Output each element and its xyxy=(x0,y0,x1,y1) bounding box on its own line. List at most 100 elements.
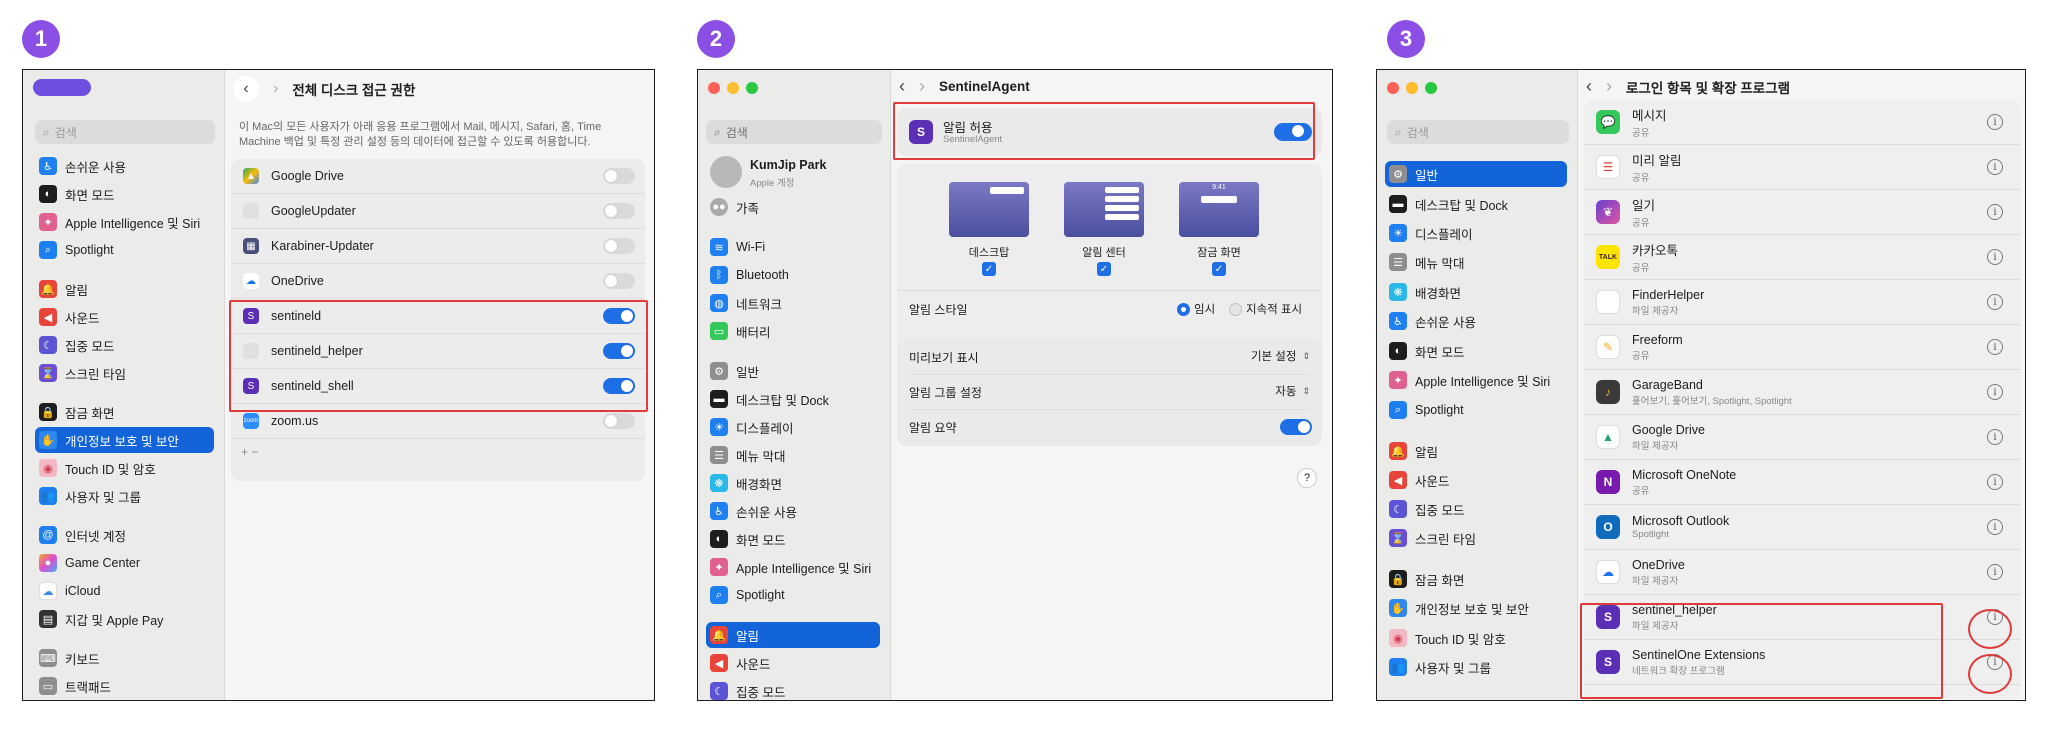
toggle-onedrive[interactable] xyxy=(603,273,635,289)
sidebar-item-users-groups[interactable]: 👥 사용자 및 그룹 xyxy=(35,483,214,509)
toggle-karabiner[interactable] xyxy=(603,238,635,254)
forward-button[interactable]: › xyxy=(919,76,925,97)
info-icon[interactable]: i xyxy=(1987,474,2003,490)
show-preview-select[interactable]: 기본 설정 ⇕ xyxy=(1251,348,1310,364)
sidebar-item-displays[interactable]: ☀ 디스플레이 xyxy=(706,414,880,440)
preview-desktop-checkbox[interactable]: ✓ xyxy=(982,262,996,276)
preview-lock-screen-checkbox[interactable]: ✓ xyxy=(1212,262,1226,276)
back-button[interactable]: ‹ xyxy=(233,76,259,102)
search-field[interactable]: ⌕ 검색 xyxy=(1387,120,1569,144)
info-icon[interactable]: i xyxy=(1987,249,2003,265)
sidebar-item-privacy-security[interactable]: ✋ 개인정보 보호 및 보안 xyxy=(35,427,214,453)
info-icon[interactable]: i xyxy=(1987,519,2003,535)
back-button[interactable]: ‹ xyxy=(899,76,905,97)
sidebar-item-game-center[interactable]: ● Game Center xyxy=(35,550,214,576)
back-button[interactable]: ‹ xyxy=(1586,76,1592,97)
sidebar-item-wallpaper[interactable]: ❋ 배경화면 xyxy=(1385,279,1567,305)
add-remove-buttons[interactable]: + − xyxy=(241,445,258,459)
sidebar-item-lock-screen[interactable]: 🔒 잠금 화면 xyxy=(35,399,214,425)
toggle-zoom[interactable] xyxy=(603,413,635,429)
sidebar-item-screen-time[interactable]: ⌛ 스크린 타임 xyxy=(35,360,214,386)
sidebar-item-wallet[interactable]: ▤ 지갑 및 Apple Pay xyxy=(35,606,214,632)
info-icon[interactable]: i xyxy=(1987,564,2003,580)
search-field[interactable]: ⌕ 검색 xyxy=(35,120,215,144)
preview-notification-center[interactable] xyxy=(1064,182,1144,237)
sidebar-item-privacy-security[interactable]: ✋ 개인정보 보호 및 보안 xyxy=(1385,595,1567,621)
sidebar-item-trackpad[interactable]: ▭ 트랙패드 xyxy=(35,673,214,699)
info-icon[interactable]: i xyxy=(1987,294,2003,310)
window-controls[interactable] xyxy=(708,82,758,94)
sidebar-item-notifications[interactable]: 🔔 알림 xyxy=(1385,438,1567,464)
toggle-googleupdater[interactable] xyxy=(603,203,635,219)
sidebar-item-sound[interactable]: ◀ 사운드 xyxy=(706,650,880,676)
sidebar-item-appearance[interactable]: ◐ 화면 모드 xyxy=(1385,338,1567,364)
close-button[interactable] xyxy=(708,82,720,94)
sidebar-item-lock-screen[interactable]: 🔒 잠금 화면 xyxy=(1385,566,1567,592)
info-icon[interactable]: i xyxy=(1987,159,2003,175)
info-icon[interactable]: i xyxy=(1987,114,2003,130)
close-button[interactable] xyxy=(1387,82,1399,94)
minimize-button[interactable] xyxy=(727,82,739,94)
sidebar-item-general[interactable]: ⚙ 일반 xyxy=(1385,161,1567,187)
preview-desktop[interactable] xyxy=(949,182,1029,237)
sidebar-item-focus[interactable]: ☾ 집중 모드 xyxy=(1385,496,1567,522)
sidebar-toggle-button[interactable] xyxy=(33,79,91,96)
sidebar-item-sound[interactable]: ◀ 사운드 xyxy=(35,304,214,330)
help-button[interactable]: ? xyxy=(1297,468,1317,488)
sidebar-item-battery[interactable]: ▭ 배터리 xyxy=(706,318,880,344)
sidebar-item-focus[interactable]: ☾ 집중 모드 xyxy=(706,678,880,700)
sidebar-item-icloud[interactable]: ☁ iCloud xyxy=(35,578,214,604)
sidebar-item-notifications[interactable]: 🔔 알림 xyxy=(35,276,214,302)
sidebar-item-appearance[interactable]: ◐ 화면 모드 xyxy=(706,526,880,552)
sidebar-item-family[interactable]: ●● 가족 xyxy=(706,194,880,220)
sidebar-item-siri[interactable]: ✦ Apple Intelligence 및 Siri xyxy=(35,209,214,235)
sidebar-item-siri[interactable]: ✦ Apple Intelligence 및 Siri xyxy=(1385,367,1567,393)
sidebar-item-menu-bar[interactable]: ☰ 메뉴 막대 xyxy=(1385,249,1567,275)
info-icon[interactable]: i xyxy=(1987,429,2003,445)
sidebar-item-accessibility[interactable]: ♿ 손쉬운 사용 xyxy=(1385,308,1567,334)
sidebar-item-spotlight[interactable]: ⌕ Spotlight xyxy=(1385,397,1567,423)
sidebar-item-users-groups[interactable]: 👥 사용자 및 그룹 xyxy=(1385,654,1567,680)
sidebar-item-keyboard[interactable]: ⌨ 키보드 xyxy=(35,645,214,671)
sidebar-item-touch-id[interactable]: ◉ Touch ID 및 암호 xyxy=(1385,625,1567,651)
info-icon[interactable]: i xyxy=(1987,339,2003,355)
sidebar-item-accessibility[interactable]: ♿ 손쉬운 사용 xyxy=(706,498,880,524)
preview-notification-center-checkbox[interactable]: ✓ xyxy=(1097,262,1111,276)
sidebar-item-screen-time[interactable]: ⌛ 스크린 타임 xyxy=(1385,525,1567,551)
sidebar-item-bluetooth[interactable]: ᛒ Bluetooth xyxy=(706,262,880,288)
preview-lock-screen[interactable]: 9:41 xyxy=(1179,182,1259,237)
sidebar-item-accessibility[interactable]: ♿ 손쉬운 사용 xyxy=(35,153,214,179)
avatar[interactable] xyxy=(710,156,742,188)
forward-button[interactable]: › xyxy=(1606,76,1612,97)
sidebar-item-network[interactable]: ◍ 네트워크 xyxy=(706,290,880,316)
info-icon[interactable]: i xyxy=(1987,384,2003,400)
style-persistent-radio[interactable]: 지속적 표시 xyxy=(1229,301,1302,317)
sidebar-item-wallpaper[interactable]: ❋ 배경화면 xyxy=(706,470,880,496)
summary-toggle[interactable] xyxy=(1280,419,1312,435)
sidebar-item-desktop-dock[interactable]: ▬ 데스크탑 및 Dock xyxy=(1385,191,1567,217)
sidebar-item-siri[interactable]: ✦ Apple Intelligence 및 Siri xyxy=(706,554,880,580)
sidebar-item-focus[interactable]: ☾ 집중 모드 xyxy=(35,332,214,358)
sidebar-item-appearance[interactable]: ◐ 화면 모드 xyxy=(35,181,214,207)
sidebar-item-notifications[interactable]: 🔔 알림 xyxy=(706,622,880,648)
zoom-button[interactable] xyxy=(1425,82,1437,94)
grouping-select[interactable]: 자동 ⇕ xyxy=(1275,383,1310,399)
info-icon[interactable]: i xyxy=(1987,204,2003,220)
sidebar-item-wifi[interactable]: ≋ Wi-Fi xyxy=(706,234,880,260)
minimize-button[interactable] xyxy=(1406,82,1418,94)
forward-button[interactable]: › xyxy=(273,80,278,98)
sidebar-item-menu-bar[interactable]: ☰ 메뉴 막대 xyxy=(706,442,880,468)
window-controls[interactable] xyxy=(1387,82,1437,94)
sidebar-item-sound[interactable]: ◀ 사운드 xyxy=(1385,467,1567,493)
sidebar-item-desktop-dock[interactable]: ▬ 데스크탑 및 Dock xyxy=(706,386,880,412)
sidebar-item-displays[interactable]: ☀ 디스플레이 xyxy=(1385,220,1567,246)
sidebar-item-touch-id[interactable]: ◉ Touch ID 및 암호 xyxy=(35,455,214,481)
sidebar-item-internet-accounts[interactable]: @ 인터넷 계정 xyxy=(35,522,214,548)
sidebar-item-general[interactable]: ⚙ 일반 xyxy=(706,358,880,384)
sidebar-item-spotlight[interactable]: ⌕ Spotlight xyxy=(706,582,880,608)
style-temporary-radio[interactable]: 임시 xyxy=(1177,301,1215,317)
sidebar-item-spotlight[interactable]: ⌕ Spotlight xyxy=(35,237,214,263)
toggle-google-drive[interactable] xyxy=(603,168,635,184)
zoom-button[interactable] xyxy=(746,82,758,94)
search-field[interactable]: ⌕ 검색 xyxy=(706,120,882,144)
